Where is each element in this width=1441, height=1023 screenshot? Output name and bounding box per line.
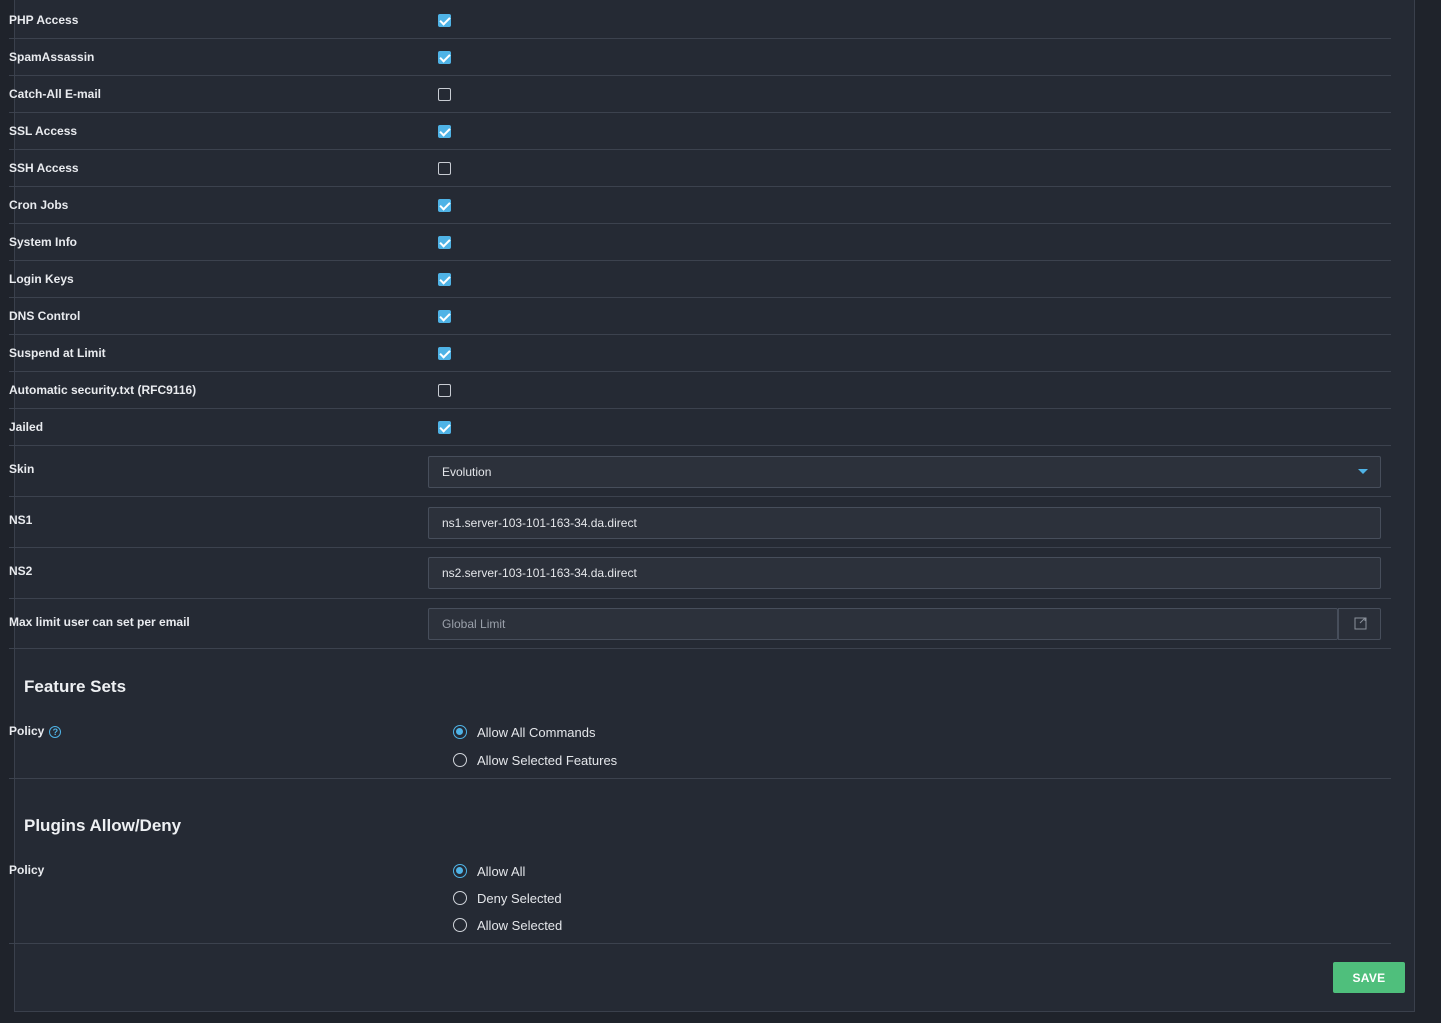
radio-label: Allow All Commands: [477, 724, 596, 740]
option-label: SSL Access: [9, 124, 78, 138]
plugins-policy-row: Policy: [9, 843, 1391, 944]
option-row: SpamAssassin: [9, 39, 1391, 76]
option-label: SSH Access: [9, 161, 79, 175]
option-row: Cron Jobs: [9, 187, 1391, 224]
radio-label: Allow Selected: [477, 917, 563, 933]
radio-allow-all[interactable]: Allow All: [453, 863, 525, 879]
option-row: Login Keys: [9, 261, 1391, 298]
option-checkbox[interactable]: [438, 51, 451, 64]
feature-policy-label-text: Policy: [9, 724, 45, 738]
save-button[interactable]: SAVE: [1333, 962, 1405, 993]
option-row: PHP Access: [9, 2, 1391, 39]
option-row: Jailed: [9, 409, 1391, 446]
option-label: Suspend at Limit: [9, 346, 106, 360]
skin-label: Skin: [9, 462, 35, 476]
option-row: DNS Control: [9, 298, 1391, 335]
option-label: DNS Control: [9, 309, 81, 323]
option-checkbox[interactable]: [438, 125, 451, 138]
ns1-label: NS1: [9, 513, 33, 527]
radio-indicator: [453, 864, 467, 878]
option-label: System Info: [9, 235, 78, 249]
feature-policy-row: Policy?: [9, 704, 1391, 779]
global-limit-toggle-button[interactable]: [1338, 608, 1381, 640]
radio-allow-all-commands[interactable]: Allow All Commands: [453, 724, 596, 740]
ns1-input[interactable]: ns1.server-103-101-163-34.da.direct: [428, 507, 1381, 539]
feature-policy-label: Policy?: [9, 724, 62, 738]
option-row: Suspend at Limit: [9, 335, 1391, 372]
radio-label: Allow Selected Features: [477, 752, 618, 768]
option-checkbox[interactable]: [438, 384, 451, 397]
option-label: Catch-All E-mail: [9, 87, 102, 101]
radio-allow-selected[interactable]: Allow Selected: [453, 917, 562, 933]
option-checkbox[interactable]: [438, 236, 451, 249]
plugins-title: Plugins Allow/Deny: [24, 816, 182, 835]
option-checkbox[interactable]: [438, 421, 451, 434]
plugins-policy-label: Policy: [9, 863, 45, 877]
option-checkbox[interactable]: [438, 347, 451, 360]
option-row: System Info: [9, 224, 1391, 261]
radio-indicator: [453, 891, 467, 905]
radio-indicator: [453, 725, 467, 739]
ns2-label: NS2: [9, 564, 33, 578]
skin-select[interactable]: Evolution: [428, 456, 1381, 488]
option-row: SSL Access: [9, 113, 1391, 150]
option-label: Automatic security.txt (RFC9116): [9, 383, 197, 397]
email-limit-input[interactable]: Global Limit: [428, 608, 1338, 640]
option-checkbox[interactable]: [438, 88, 451, 101]
radio-indicator: [453, 918, 467, 932]
skin-select-value: Evolution: [442, 465, 492, 479]
help-icon[interactable]: ?: [49, 725, 62, 738]
option-label: Jailed: [9, 420, 44, 434]
option-label: Login Keys: [9, 272, 74, 286]
email-limit-label: Max limit user can set per email: [9, 615, 190, 629]
option-label: SpamAssassin: [9, 50, 95, 64]
option-row: Catch-All E-mail: [9, 76, 1391, 113]
radio-label: Allow All: [477, 863, 526, 879]
radio-deny-selected[interactable]: Deny Selected: [453, 890, 562, 906]
option-checkbox[interactable]: [438, 273, 451, 286]
radio-label: Deny Selected: [477, 890, 562, 906]
ns2-input[interactable]: ns2.server-103-101-163-34.da.direct: [428, 557, 1381, 589]
option-row: Automatic security.txt (RFC9116): [9, 372, 1391, 409]
ns1-value: ns1.server-103-101-163-34.da.direct: [442, 516, 637, 530]
radio-indicator: [453, 753, 467, 767]
expand-icon: [1354, 617, 1367, 630]
option-checkbox[interactable]: [438, 162, 451, 175]
ns2-value: ns2.server-103-101-163-34.da.direct: [442, 566, 637, 580]
option-checkbox[interactable]: [438, 14, 451, 27]
option-checkbox[interactable]: [438, 199, 451, 212]
option-checkbox[interactable]: [438, 310, 451, 323]
caret-down-icon: [1358, 469, 1368, 474]
option-label: Cron Jobs: [9, 198, 69, 212]
radio-allow-selected-features[interactable]: Allow Selected Features: [453, 752, 617, 768]
option-label: PHP Access: [9, 13, 79, 27]
email-limit-placeholder: Global Limit: [442, 617, 506, 631]
feature-sets-title: Feature Sets: [24, 677, 127, 696]
option-row: SSH Access: [9, 150, 1391, 187]
